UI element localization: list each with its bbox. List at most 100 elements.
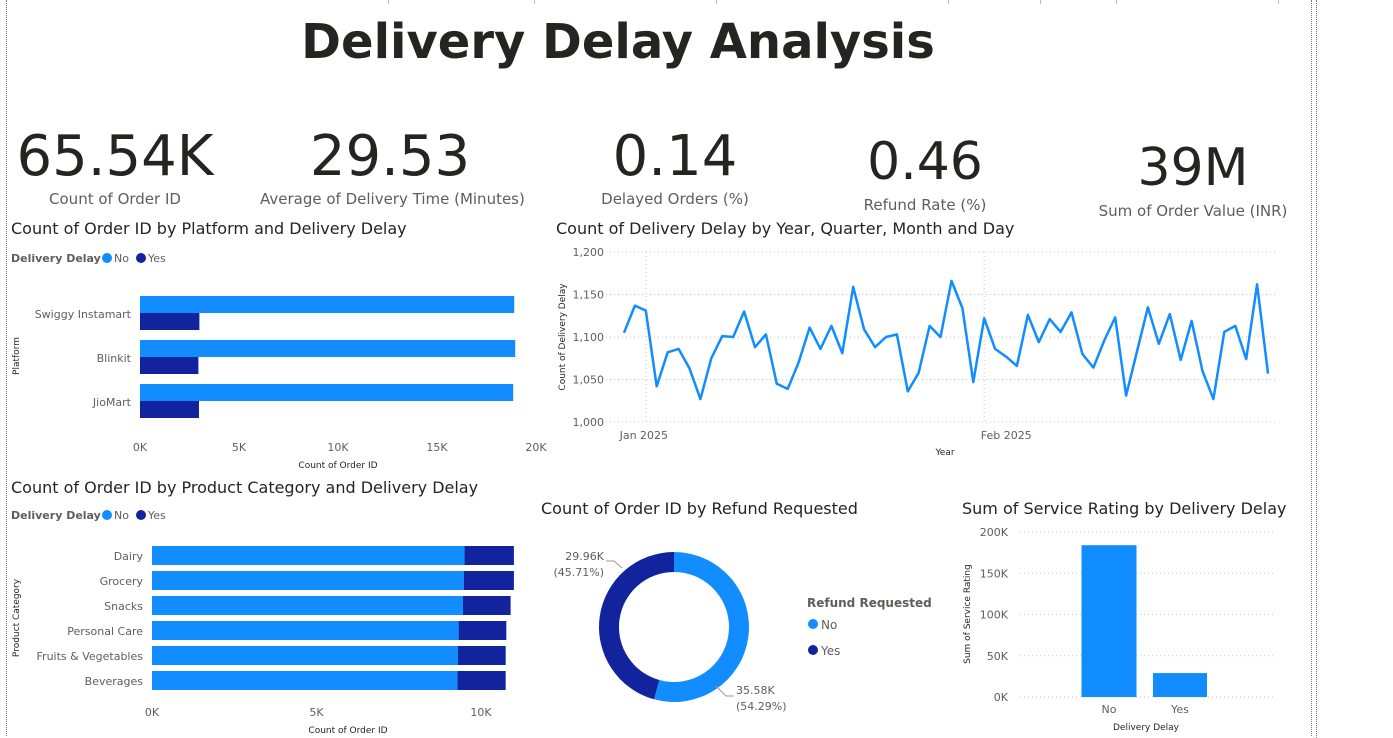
trend-chart-title: Count of Delivery Delay by Year, Quarter…	[556, 219, 1015, 238]
y-tick-label: 0K	[994, 691, 1009, 704]
x-axis-title: Delivery Delay	[1113, 723, 1180, 733]
x-axis-title: Year	[934, 448, 954, 458]
kpi-value: 0.14	[612, 124, 738, 189]
bar-yes[interactable]	[140, 357, 199, 374]
kpi-value: 0.46	[867, 132, 983, 192]
refund-chart-title: Count of Order ID by Refund Requested	[541, 499, 858, 518]
kpi-label: Refund Rate (%)	[863, 196, 987, 214]
page-title: Delivery Delay Analysis	[301, 14, 935, 70]
category-label: Fruits & Vegetables	[37, 650, 144, 663]
bar-yes[interactable]	[140, 313, 200, 330]
bar-yes[interactable]	[463, 571, 514, 590]
legend-title: Delivery Delay	[11, 252, 101, 265]
y-tick-label: 1,100	[573, 331, 605, 344]
bar-no[interactable]	[140, 384, 514, 401]
x-axis-title: Count of Order ID	[298, 461, 377, 471]
category-label: Snacks	[104, 600, 143, 613]
bar-yes[interactable]	[462, 596, 511, 615]
y-axis-title: Platform	[12, 337, 22, 375]
legend-marker-no[interactable]	[102, 253, 112, 263]
legend-label-no[interactable]: No	[114, 509, 129, 522]
bar-no[interactable]	[152, 596, 463, 615]
refund-donut-chart[interactable]: 35.58K (54.29%) 29.96K (45.71%) Refund Reque…	[540, 520, 950, 738]
y-tick-label: 1,050	[573, 374, 605, 387]
kpi-value: 65.54K	[16, 124, 214, 189]
legend-title: Delivery Delay	[11, 509, 101, 522]
y-tick-label: 1,200	[573, 246, 605, 259]
legend-marker-no[interactable]	[808, 619, 818, 629]
legend-marker-no[interactable]	[102, 510, 112, 520]
legend-label-yes[interactable]: Yes	[820, 644, 840, 658]
x-tick-label: 5K	[309, 706, 324, 719]
column-bar[interactable]	[1081, 545, 1137, 697]
category-label: Swiggy Instamart	[35, 308, 132, 321]
bar-no[interactable]	[140, 340, 516, 357]
kpi-label: Count of Order ID	[49, 190, 181, 208]
x-tick-label: 10K	[470, 706, 492, 719]
donut-slice-yes[interactable]	[598, 552, 674, 700]
legend-label-yes[interactable]: Yes	[147, 509, 166, 522]
y-tick-label: 150K	[980, 567, 1009, 580]
kpi-value: 29.53	[309, 124, 471, 189]
x-tick-label: Jan 2025	[619, 429, 668, 442]
y-tick-label: 100K	[980, 609, 1009, 622]
legend-marker-yes[interactable]	[808, 645, 818, 655]
category-label: Personal Care	[67, 625, 143, 638]
y-tick-label: 1,150	[573, 289, 605, 302]
y-axis-title: Product Category	[12, 578, 22, 657]
category-label: JioMart	[92, 396, 132, 409]
y-axis-title: Count of Delivery Delay	[558, 283, 568, 391]
x-tick-label: 20K	[525, 441, 547, 454]
category-chart[interactable]: Delivery Delay No Yes Dairy Grocery Snacks Per…	[0, 500, 535, 738]
series-line[interactable]	[622, 279, 1270, 401]
bar-yes[interactable]	[457, 646, 506, 665]
legend-marker-yes[interactable]	[136, 510, 146, 520]
bar-no[interactable]	[140, 296, 515, 313]
bar-yes[interactable]	[458, 621, 507, 640]
kpi-label: Average of Delivery Time (Minutes)	[260, 190, 525, 208]
legend-label-no[interactable]: No	[114, 252, 129, 265]
delay-trend-chart[interactable]: 1,000 1,050 1,100 1,150 1,200 Jan 2025 Feb 202…	[550, 240, 1290, 460]
kpi-label: Sum of Order Value (INR)	[1098, 202, 1288, 220]
category-label: Blinkit	[97, 352, 132, 365]
bar-no[interactable]	[152, 546, 465, 565]
legend-title: Refund Requested	[807, 596, 932, 610]
platform-chart-title: Count of Order ID by Platform and Delive…	[11, 219, 407, 238]
kpi-label: Delayed Orders (%)	[601, 190, 749, 208]
x-tick-label: No	[1102, 703, 1117, 716]
bar-no[interactable]	[152, 646, 458, 665]
column-bar[interactable]	[1153, 673, 1207, 697]
top-tab-separators	[0, 0, 1300, 4]
bar-no[interactable]	[152, 571, 464, 590]
bar-yes[interactable]	[464, 546, 514, 565]
category-label: Dairy	[114, 550, 144, 563]
category-label: Grocery	[100, 575, 144, 588]
leader-line	[606, 560, 623, 569]
y-tick-label: 50K	[987, 650, 1009, 663]
x-tick-label: 10K	[327, 441, 349, 454]
donut-slice-no[interactable]	[654, 552, 749, 702]
data-label-value: 29.96K	[565, 550, 604, 563]
service-rating-chart[interactable]: 0K 50K 100K 150K 200K No Yes Delivery Delay Sum …	[955, 520, 1290, 738]
x-tick-label: 5K	[232, 441, 247, 454]
bar-yes[interactable]	[140, 401, 200, 418]
kpi-value: 39M	[1137, 138, 1249, 198]
bar-yes[interactable]	[457, 671, 506, 690]
x-tick-label: 0K	[133, 441, 148, 454]
bar-no[interactable]	[152, 671, 458, 690]
canvas-edge	[1316, 0, 1318, 738]
data-label-value: 35.58K	[736, 684, 775, 697]
x-tick-label: Yes	[1170, 703, 1189, 716]
bar-no[interactable]	[152, 621, 459, 640]
y-tick-label: 200K	[980, 526, 1009, 539]
data-label-percent: (45.71%)	[553, 566, 604, 579]
category-chart-title: Count of Order ID by Product Category an…	[11, 478, 479, 497]
legend-label-yes[interactable]: Yes	[147, 252, 166, 265]
legend-marker-yes[interactable]	[136, 253, 146, 263]
legend-label-no[interactable]: No	[821, 618, 837, 632]
y-axis-title: Sum of Service Rating	[963, 564, 973, 664]
x-tick-label: 0K	[145, 706, 160, 719]
leader-line	[715, 685, 734, 697]
platform-chart[interactable]: Delivery Delay No Yes Swiggy Instamart Blink…	[0, 240, 550, 475]
x-tick-label: 15K	[426, 441, 448, 454]
